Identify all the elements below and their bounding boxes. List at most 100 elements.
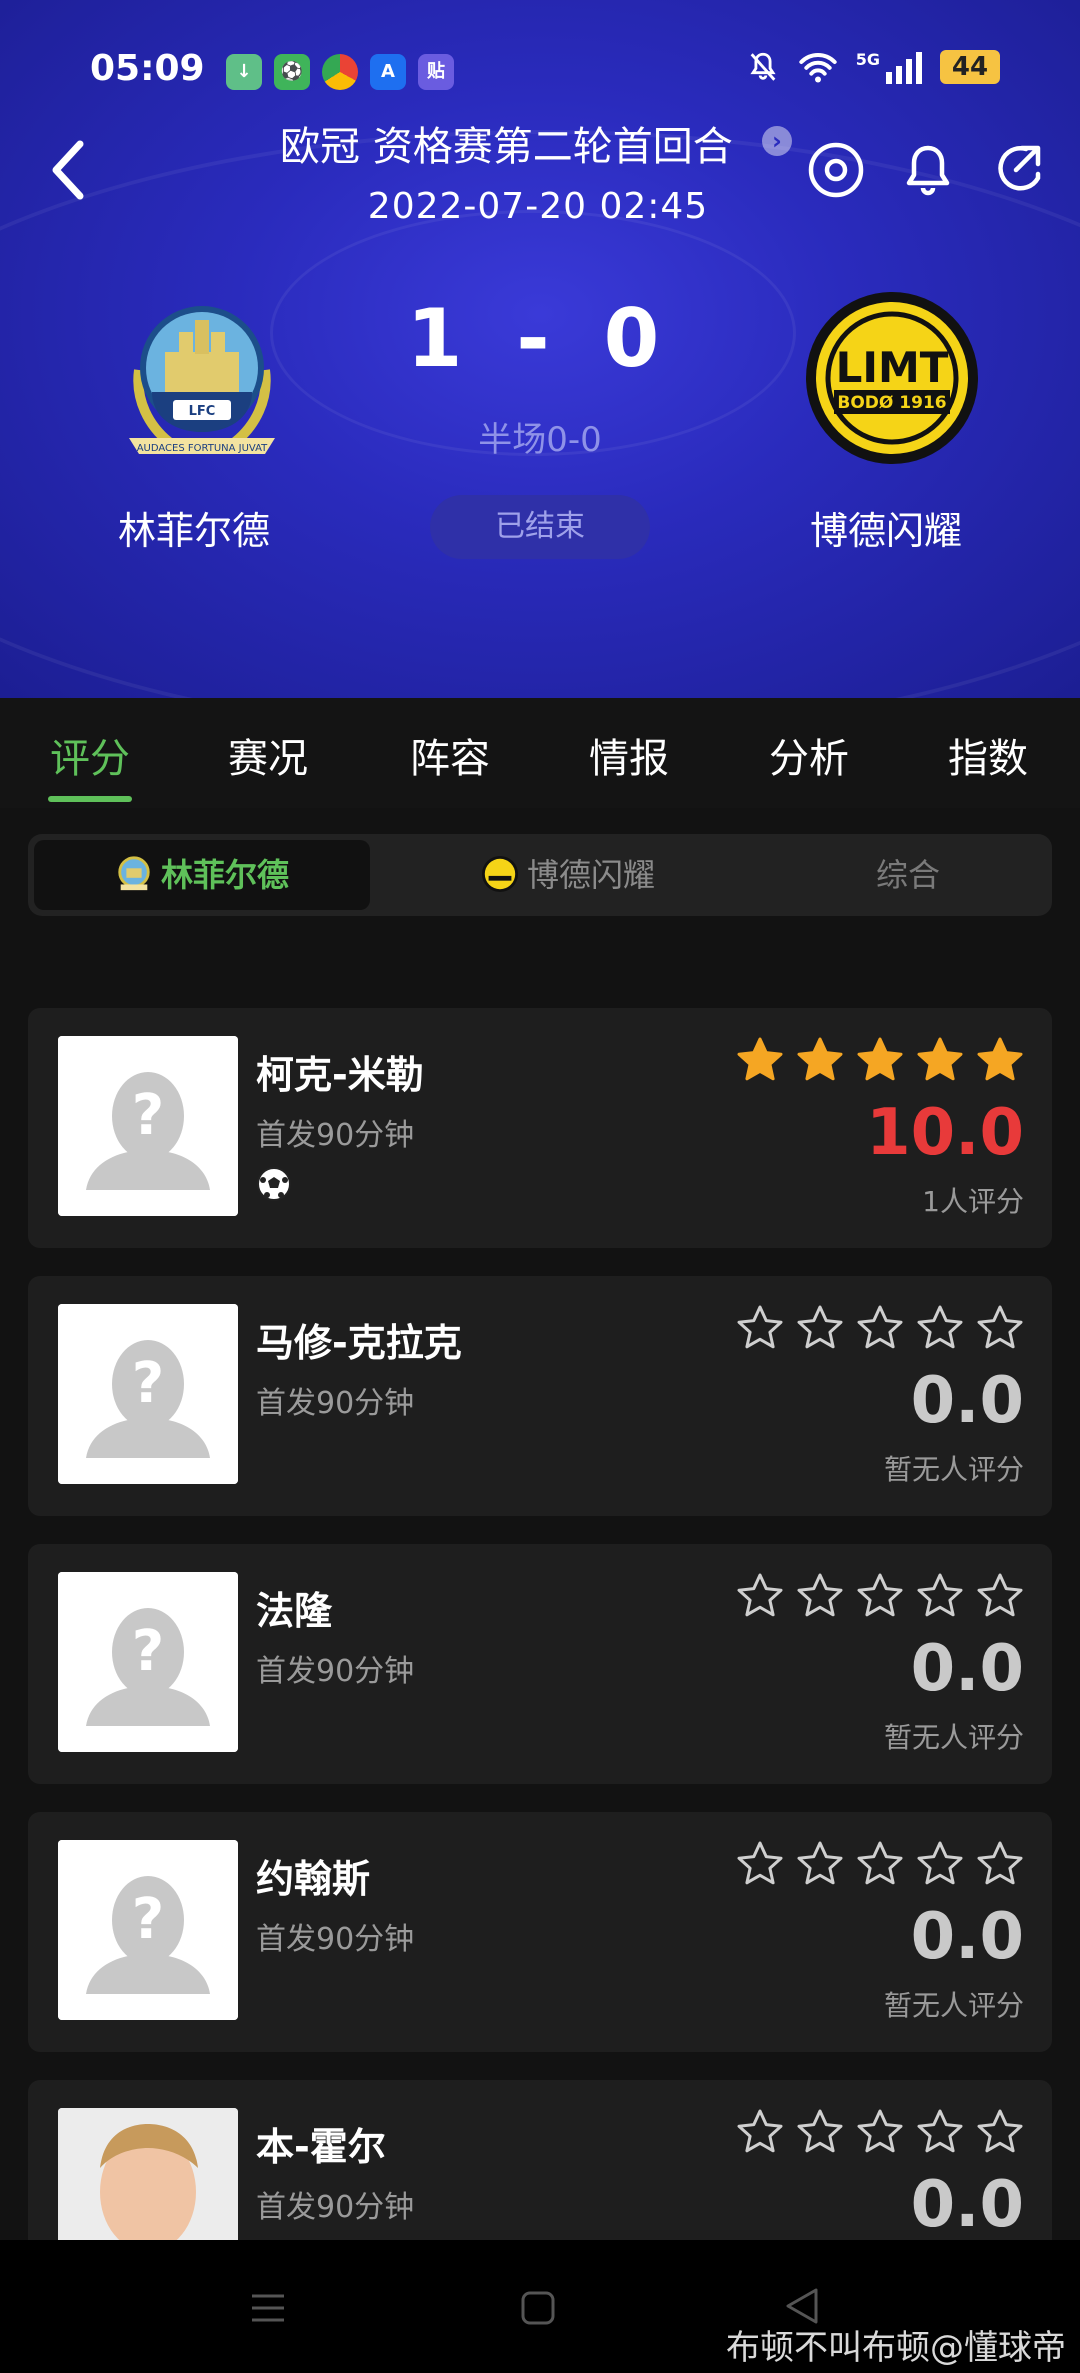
segment-away-label: 博德闪耀 (526, 856, 655, 894)
segment-overall[interactable]: 综合 (788, 840, 1028, 910)
rating-count: 暂无人评分 (883, 1453, 1024, 1486)
tab-lineup[interactable]: 阵容 (410, 726, 490, 784)
player-rating: 0.0 (910, 1900, 1024, 1974)
rating-count: 1人评分 (922, 1185, 1024, 1218)
goal-ball-icon (257, 1167, 291, 1201)
player-card[interactable]: ? 马修-克拉克 首发90分钟 0.0 暂无人评分 (28, 1276, 1052, 1516)
player-name: 马修-克拉克 (256, 1321, 462, 1365)
away-team[interactable]: LIMT BODØ 1916 博德闪耀 (786, 290, 986, 555)
rating-count: 暂无人评分 (883, 1721, 1024, 1754)
player-name: 柯克-米勒 (256, 1053, 424, 1097)
star-empty-icon[interactable] (856, 1304, 904, 1352)
player-card[interactable]: ? 法隆 首发90分钟 0.0 暂无人评分 (28, 1544, 1052, 1784)
rating-stars[interactable] (736, 1036, 1024, 1084)
watermark: 布顿不叫布顿@懂球帝 (726, 2328, 1066, 2368)
segment-home[interactable]: 林菲尔德 (34, 840, 370, 910)
star-empty-icon[interactable] (976, 1304, 1024, 1352)
star-empty-icon[interactable] (796, 1304, 844, 1352)
chrome-icon (322, 54, 358, 90)
signal-icon: 5G (856, 50, 922, 84)
star-empty-icon[interactable] (736, 2108, 784, 2156)
player-card[interactable]: ? 约翰斯 首发90分钟 0.0 暂无人评分 (28, 1812, 1052, 2052)
rating-stars[interactable] (736, 1572, 1024, 1620)
away-mini-crest-icon (481, 855, 519, 893)
star-empty-icon[interactable] (736, 1572, 784, 1620)
system-icons: 5G 44 (746, 50, 1000, 84)
target-icon[interactable] (806, 140, 866, 200)
rating-stars[interactable] (736, 1304, 1024, 1352)
player-name: 法隆 (256, 1589, 333, 1633)
bell-icon[interactable] (898, 140, 958, 200)
home-score: 1 (406, 292, 477, 385)
tab-odds[interactable]: 指数 (948, 726, 1028, 784)
star-empty-icon[interactable] (976, 2108, 1024, 2156)
svg-text:?: ? (132, 1619, 164, 1684)
player-rating: 0.0 (910, 2168, 1024, 2242)
tab-rating[interactable]: 评分 (50, 726, 130, 784)
rating-stars[interactable] (736, 1840, 1024, 1888)
star-empty-icon[interactable] (796, 2108, 844, 2156)
network-type: 5G (855, 50, 880, 69)
home-mini-crest-icon (118, 856, 150, 891)
star-empty-icon[interactable] (796, 1840, 844, 1888)
star-empty-icon[interactable] (916, 1572, 964, 1620)
rating-stars[interactable] (736, 2108, 1024, 2156)
star-filled-icon[interactable] (976, 1036, 1024, 1084)
star-empty-icon[interactable] (916, 1840, 964, 1888)
player-name: 本-霍尔 (256, 2125, 386, 2169)
away-team-name: 博德闪耀 (809, 509, 962, 553)
match-title[interactable]: 欧冠 资格赛第二轮首回合 (280, 114, 733, 172)
svg-text:BODØ 1916: BODØ 1916 (837, 393, 946, 413)
away-score: 0 (603, 292, 674, 385)
score-separator: - (516, 292, 564, 385)
tab-intel[interactable]: 情报 (589, 726, 669, 784)
sport-app-icon: ⚽ (274, 54, 310, 90)
player-minutes: 首发90分钟 (256, 1654, 415, 1689)
star-empty-icon[interactable] (856, 1572, 904, 1620)
match-time-text: 2022-07-20 02:45 (367, 186, 709, 227)
away-team-crest-icon: LIMT BODØ 1916 (806, 292, 978, 464)
player-avatar-placeholder: ? (58, 1304, 238, 1484)
star-empty-icon[interactable] (796, 1572, 844, 1620)
star-empty-icon[interactable] (736, 1304, 784, 1352)
segment-away[interactable]: 博德闪耀 (428, 840, 708, 910)
share-icon[interactable] (988, 140, 1048, 200)
segment-home-label: 林菲尔德 (160, 856, 289, 894)
player-minutes: 首发90分钟 (256, 1386, 415, 1421)
star-empty-icon[interactable] (976, 1572, 1024, 1620)
match-header: 05:09 ↓ ⚽ A 贴 5G 44 欧冠 资格赛第二轮首回合 › 2022-… (0, 0, 1080, 698)
download-app-icon: ↓ (226, 54, 262, 90)
star-empty-icon[interactable] (976, 1840, 1024, 1888)
player-card[interactable]: ? 柯克-米勒 首发90分钟 10.0 1人评分 (28, 1008, 1052, 1248)
status-time: 05:09 (90, 48, 205, 89)
active-tab-indicator (48, 796, 132, 802)
tieba-icon: 贴 (418, 54, 454, 90)
chevron-right-icon[interactable]: › (762, 126, 792, 156)
detail-tab-bar: 评分 赛况 阵容 情报 分析 指数 (0, 698, 1080, 808)
svg-text:?: ? (132, 1887, 164, 1952)
star-empty-icon[interactable] (856, 2108, 904, 2156)
star-filled-icon[interactable] (796, 1036, 844, 1084)
tab-live[interactable]: 赛况 (228, 726, 308, 784)
match-status-badge: 已结束 (430, 495, 650, 559)
star-filled-icon[interactable] (916, 1036, 964, 1084)
player-avatar-placeholder: ? (58, 1036, 238, 1216)
status-bar: 05:09 ↓ ⚽ A 贴 5G 44 (0, 40, 1080, 100)
star-empty-icon[interactable] (916, 1304, 964, 1352)
player-minutes: 首发90分钟 (256, 1922, 415, 1957)
player-rating: 0.0 (910, 1632, 1024, 1706)
player-rating: 0.0 (910, 1364, 1024, 1438)
svg-text:?: ? (132, 1083, 164, 1148)
star-empty-icon[interactable] (856, 1840, 904, 1888)
player-minutes: 首发90分钟 (256, 1118, 415, 1153)
star-filled-icon[interactable] (736, 1036, 784, 1084)
player-name: 约翰斯 (256, 1857, 371, 1901)
star-filled-icon[interactable] (856, 1036, 904, 1084)
star-empty-icon[interactable] (916, 2108, 964, 2156)
home-team-name: 林菲尔德 (117, 509, 270, 553)
home-icon[interactable] (518, 2288, 558, 2328)
star-empty-icon[interactable] (736, 1840, 784, 1888)
menu-icon[interactable] (248, 2288, 288, 2328)
tab-analysis[interactable]: 分析 (769, 726, 849, 784)
player-minutes: 首发90分钟 (256, 2190, 415, 2225)
